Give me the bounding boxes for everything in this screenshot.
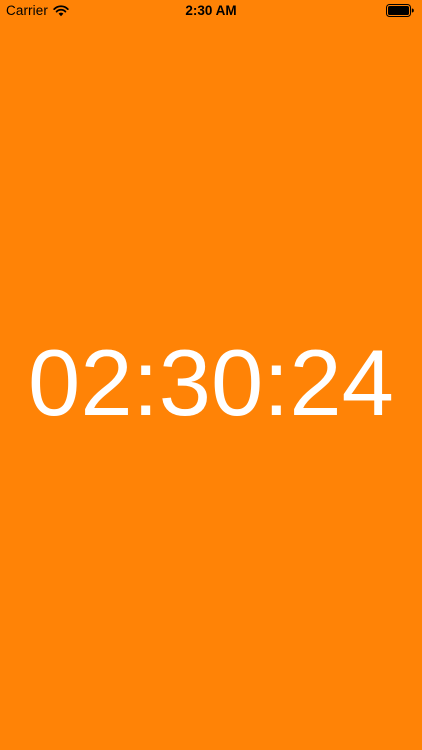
status-time: 2:30 AM bbox=[185, 3, 237, 18]
status-bar: Carrier 2:30 AM bbox=[0, 0, 422, 22]
timer-display: 02:30:24 bbox=[28, 330, 394, 435]
battery-icon bbox=[386, 4, 414, 17]
timer-screen: Carrier 2:30 AM 02:30:24 bbox=[0, 0, 422, 750]
